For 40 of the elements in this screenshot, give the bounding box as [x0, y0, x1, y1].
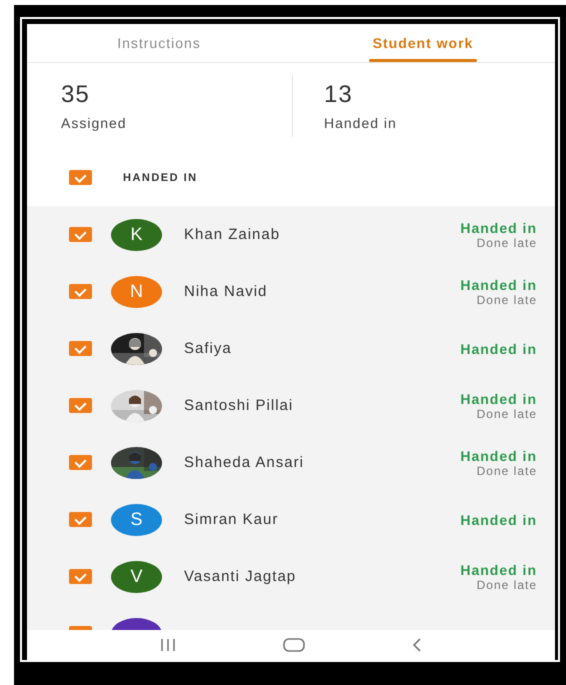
status-text: Handed in — [460, 220, 537, 236]
avatar: N — [111, 276, 162, 308]
stat-value: 13 — [324, 81, 354, 109]
checkbox[interactable] — [69, 512, 92, 527]
checkbox[interactable] — [69, 227, 92, 242]
checkbox[interactable] — [69, 170, 92, 185]
avatar: K — [111, 218, 162, 250]
student-name: Niha Navid — [184, 283, 268, 300]
checkbox[interactable] — [69, 569, 92, 584]
late-note: Done late — [476, 578, 537, 592]
status-text: Handed in — [460, 390, 537, 406]
avatar: S — [111, 504, 162, 536]
status-text: Handed in — [460, 512, 537, 528]
status-text: Handed in — [460, 276, 537, 292]
status-text: Handed in — [460, 562, 537, 578]
checkbox[interactable] — [69, 455, 92, 470]
student-name: Vasanti Jagtap — [184, 568, 298, 585]
status-text: Handed in — [460, 340, 537, 356]
student-name: Shaheda Ansari — [184, 454, 305, 471]
student-name: Khan Zainab — [184, 226, 282, 243]
tab[interactable]: Instructions — [117, 24, 201, 62]
filter-label: HANDED IN — [123, 172, 198, 184]
late-note: Done late — [476, 236, 537, 250]
stat-label: Assigned — [61, 115, 128, 131]
home-icon[interactable] — [282, 638, 305, 652]
late-note: Done late — [476, 292, 537, 306]
back-icon[interactable] — [412, 638, 422, 652]
recents-icon[interactable] — [160, 639, 176, 651]
checkbox[interactable] — [69, 341, 92, 356]
student-name: Simran Kaur — [184, 511, 280, 528]
checkbox[interactable] — [69, 284, 92, 299]
checkbox[interactable] — [69, 398, 92, 413]
avatar: V — [111, 560, 162, 592]
late-note: Done late — [476, 464, 537, 478]
student-name: Santoshi Pillai — [184, 397, 294, 414]
status-text: Handed in — [460, 448, 537, 464]
student-name: Safiya — [184, 340, 233, 357]
stat-label: Handed in — [324, 115, 398, 131]
stat-value: 35 — [61, 81, 91, 109]
late-note: Done late — [476, 406, 537, 420]
